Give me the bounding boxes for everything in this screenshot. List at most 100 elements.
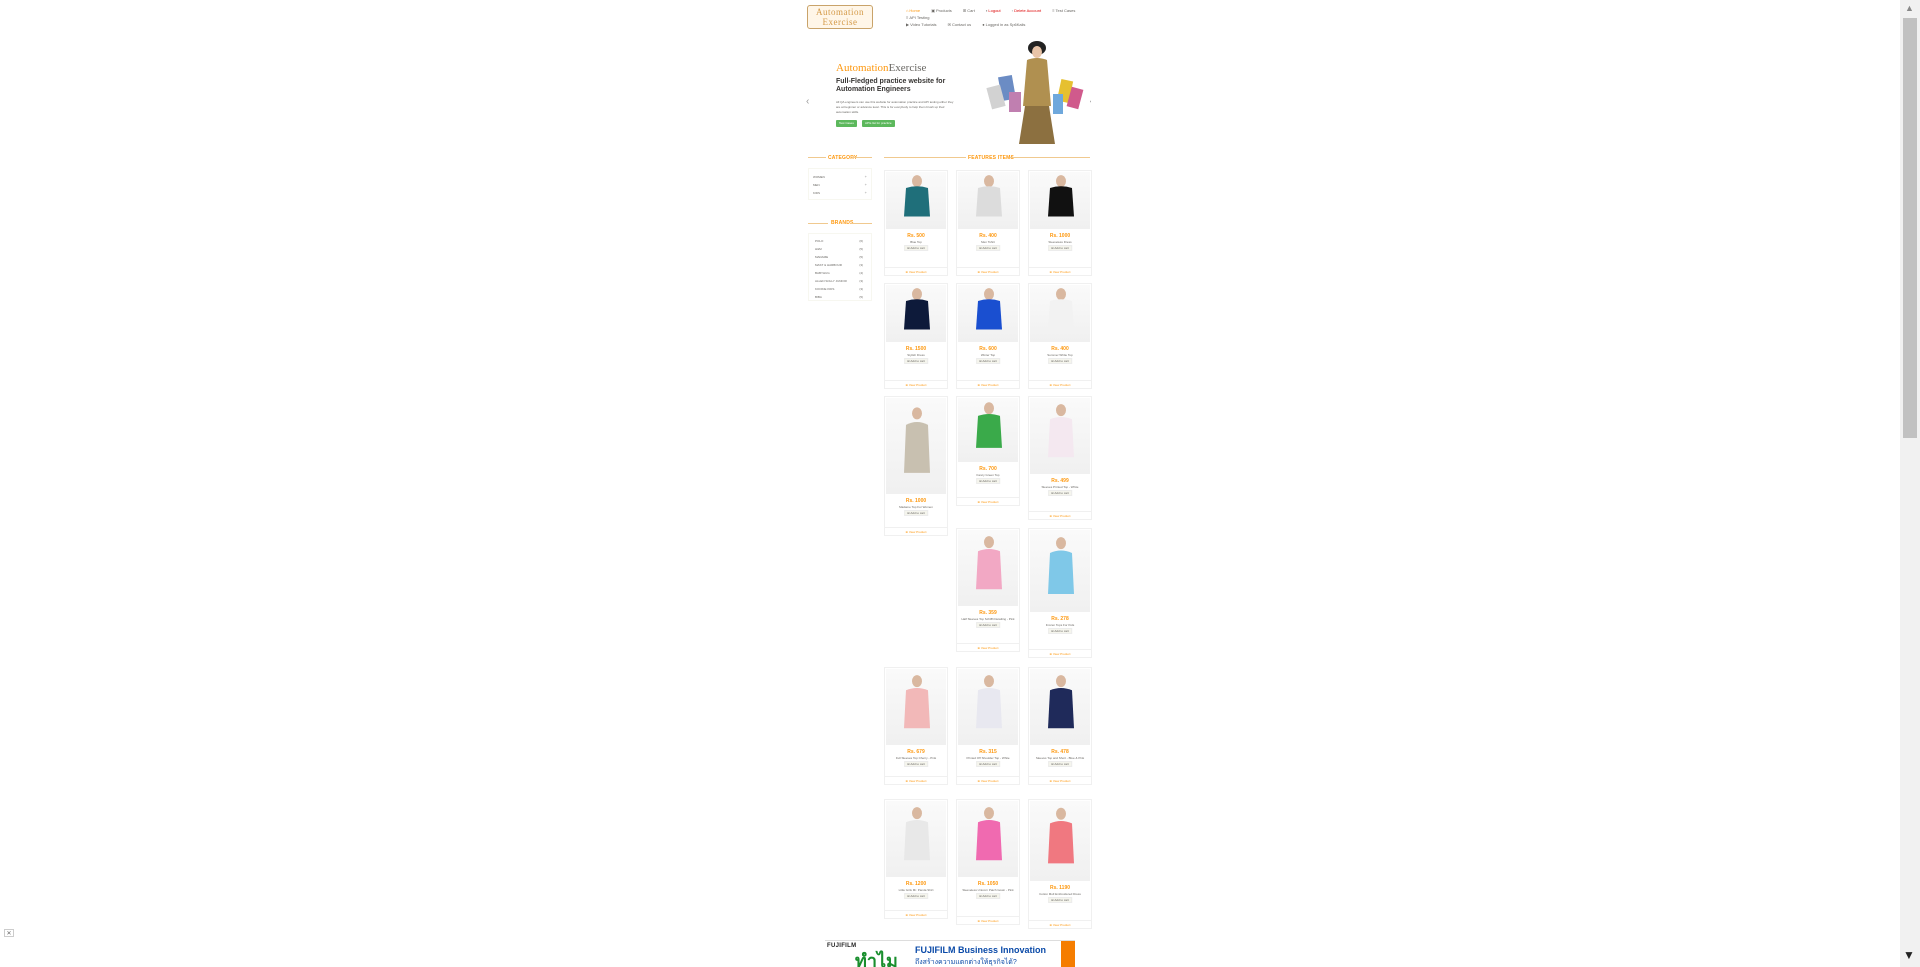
view-product-link[interactable]: ⊕ View Product — [957, 643, 1019, 650]
category-title-line-right — [852, 157, 872, 158]
add-to-cart-button[interactable]: ⊞ Add to cart — [976, 358, 1000, 364]
nav-logout[interactable]: ▪Logout — [986, 7, 1006, 14]
product-name: Men Tshirt — [981, 240, 995, 244]
product-card: Rs. 1000 Sleeveless Dress ⊞ Add to cart ⊕ V… — [1028, 170, 1092, 276]
view-product-label: View Product — [908, 383, 927, 387]
add-to-cart-button[interactable]: ⊞ Add to cart — [976, 245, 1000, 251]
brand-count: (3) — [859, 263, 863, 267]
add-to-cart-button[interactable]: ⊞ Add to cart — [1048, 897, 1072, 903]
category-women[interactable]: WOMEN — [813, 175, 825, 179]
view-product-link[interactable]: ⊕ View Product — [957, 380, 1019, 387]
apis-list-button[interactable]: APIs list for practice — [862, 120, 895, 127]
add-to-cart-label: Add to cart — [982, 894, 997, 898]
view-product-link[interactable]: ⊕ View Product — [1029, 380, 1091, 387]
nav-test-cases[interactable]: ≡Test Cases — [1052, 7, 1080, 14]
category-kids[interactable]: KIDS — [813, 191, 820, 195]
site-logo[interactable]: Automation Exercise — [807, 5, 873, 29]
view-product-link[interactable]: ⊕ View Product — [1029, 649, 1091, 656]
scroll-up-arrow-icon[interactable]: ▲ — [1905, 3, 1914, 13]
scrollbar-thumb[interactable] — [1903, 18, 1917, 438]
nav-video-tutorials[interactable]: ▶Video Tutorials — [906, 21, 941, 28]
plus-icon[interactable]: + — [865, 174, 867, 179]
ad-close-icon[interactable]: ✕ — [4, 929, 14, 937]
test-cases-button[interactable]: Test Cases — [836, 120, 857, 127]
product-card: Rs. 478 Sleeves Top and Short - Blue & Pi… — [1028, 667, 1092, 785]
add-to-cart-button[interactable]: ⊞ Add to cart — [904, 358, 928, 364]
product-card: Rs. 1200 Little Girls Mr. Panda Shirt ⊞ Ad… — [884, 799, 948, 919]
category-men[interactable]: MEN — [813, 183, 820, 187]
product-image — [886, 172, 946, 229]
nav-delete-account[interactable]: ▫Delete Account — [1012, 7, 1046, 14]
view-product-link[interactable]: ⊕ View Product — [885, 776, 947, 783]
scroll-down-arrow-icon[interactable]: ▼ — [1903, 948, 1915, 962]
view-product-label: View Product — [1052, 514, 1071, 518]
nav-contact-us[interactable]: ✉Contact us — [948, 21, 976, 28]
product-name: Fancy Green Top — [976, 473, 1000, 477]
brand-biba[interactable]: BIBA — [815, 295, 822, 299]
product-price: Rs. 315 — [979, 749, 997, 755]
add-to-cart-button[interactable]: ⊞ Add to cart — [1048, 761, 1072, 767]
add-to-cart-button[interactable]: ⊞ Add to cart — [1048, 358, 1072, 364]
brand-count: (5) — [859, 295, 863, 299]
add-to-cart-button[interactable]: ⊞ Add to cart — [1048, 628, 1072, 634]
product-price: Rs. 500 — [907, 233, 925, 239]
view-product-label: View Product — [980, 383, 999, 387]
category-title-line-left — [808, 157, 826, 158]
brand-polo[interactable]: POLO — [815, 239, 823, 243]
view-product-link[interactable]: ⊕ View Product — [885, 527, 947, 534]
view-product-link[interactable]: ⊕ View Product — [1029, 920, 1091, 927]
plus-icon[interactable]: + — [865, 190, 867, 195]
add-to-cart-button[interactable]: ⊞ Add to cart — [904, 510, 928, 516]
view-product-link[interactable]: ⊕ View Product — [1029, 267, 1091, 274]
add-to-cart-button[interactable]: ⊞ Add to cart — [976, 622, 1000, 628]
add-to-cart-label: Add to cart — [910, 894, 925, 898]
view-product-link[interactable]: ⊕ View Product — [1029, 511, 1091, 518]
add-to-cart-button[interactable]: ⊞ Add to cart — [904, 761, 928, 767]
brands-panel: POLO (6) H&M (5) MADAME (5) MAST & HARBO… — [808, 233, 872, 301]
add-to-cart-button[interactable]: ⊞ Add to cart — [976, 761, 1000, 767]
plus-icon[interactable]: + — [865, 182, 867, 187]
view-product-label: View Product — [908, 913, 927, 917]
brand-mast-harbour[interactable]: MAST & HARBOUR — [815, 263, 842, 267]
category-title: CATEGORY — [828, 155, 858, 161]
brand-kookie-kids[interactable]: KOOKIE KIDS — [815, 287, 834, 291]
add-to-cart-label: Add to cart — [1054, 898, 1069, 902]
view-product-link[interactable]: ⊕ View Product — [957, 497, 1019, 504]
product-name: Winter Top — [980, 353, 996, 357]
add-to-cart-button[interactable]: ⊞ Add to cart — [904, 245, 928, 251]
nav-home[interactable]: ⌂Home — [906, 7, 925, 14]
add-to-cart-button[interactable]: ⊞ Add to cart — [976, 478, 1000, 484]
view-product-label: View Product — [1052, 383, 1071, 387]
nav-api-testing[interactable]: ≡API Testing — [906, 14, 935, 21]
view-product-link[interactable]: ⊕ View Product — [957, 916, 1019, 923]
add-to-cart-button[interactable]: ⊞ Add to cart — [1048, 490, 1072, 496]
add-to-cart-button[interactable]: ⊞ Add to cart — [1048, 245, 1072, 251]
brand-hm[interactable]: H&M — [815, 247, 822, 251]
view-product-link[interactable]: ⊕ View Product — [957, 267, 1019, 274]
brand-allen-solly-junior[interactable]: ALLEN SOLLY JUNIOR — [815, 279, 847, 283]
nav-products[interactable]: ▣Products — [931, 7, 957, 14]
features-title-line-left — [884, 157, 966, 158]
ad-banner[interactable]: FUJIFILM ทำไม FUJIFILM Business Innovati… — [825, 940, 1075, 967]
product-name: Printed Off Shoulder Top - White — [966, 756, 1010, 760]
brand-madame[interactable]: MADAME — [815, 255, 828, 259]
product-name: Stylish Dress — [907, 353, 925, 357]
add-to-cart-button[interactable]: ⊞ Add to cart — [904, 893, 928, 899]
slider-prev-icon[interactable]: ‹ — [806, 96, 809, 107]
view-product-link[interactable]: ⊕ View Product — [885, 910, 947, 917]
product-name: Sleeves Printed Top - White — [1041, 485, 1079, 489]
brands-title-line-left — [808, 223, 828, 224]
view-product-label: View Product — [980, 646, 999, 650]
product-image — [958, 801, 1018, 877]
nav-cart[interactable]: ⊞Cart — [963, 7, 980, 14]
add-to-cart-button[interactable]: ⊞ Add to cart — [976, 893, 1000, 899]
view-product-link[interactable]: ⊕ View Product — [885, 380, 947, 387]
view-product-link[interactable]: ⊕ View Product — [1029, 776, 1091, 783]
view-product-link[interactable]: ⊕ View Product — [957, 776, 1019, 783]
view-product-label: View Product — [980, 270, 999, 274]
brand-babyhug[interactable]: BABYHUG — [815, 271, 830, 275]
envelope-icon: ✉ — [947, 22, 951, 27]
view-product-link[interactable]: ⊕ View Product — [885, 267, 947, 274]
home-icon: ⌂ — [906, 8, 909, 13]
product-card: Rs. 700 Fancy Green Top ⊞ Add to cart ⊕ Vie… — [956, 396, 1020, 506]
